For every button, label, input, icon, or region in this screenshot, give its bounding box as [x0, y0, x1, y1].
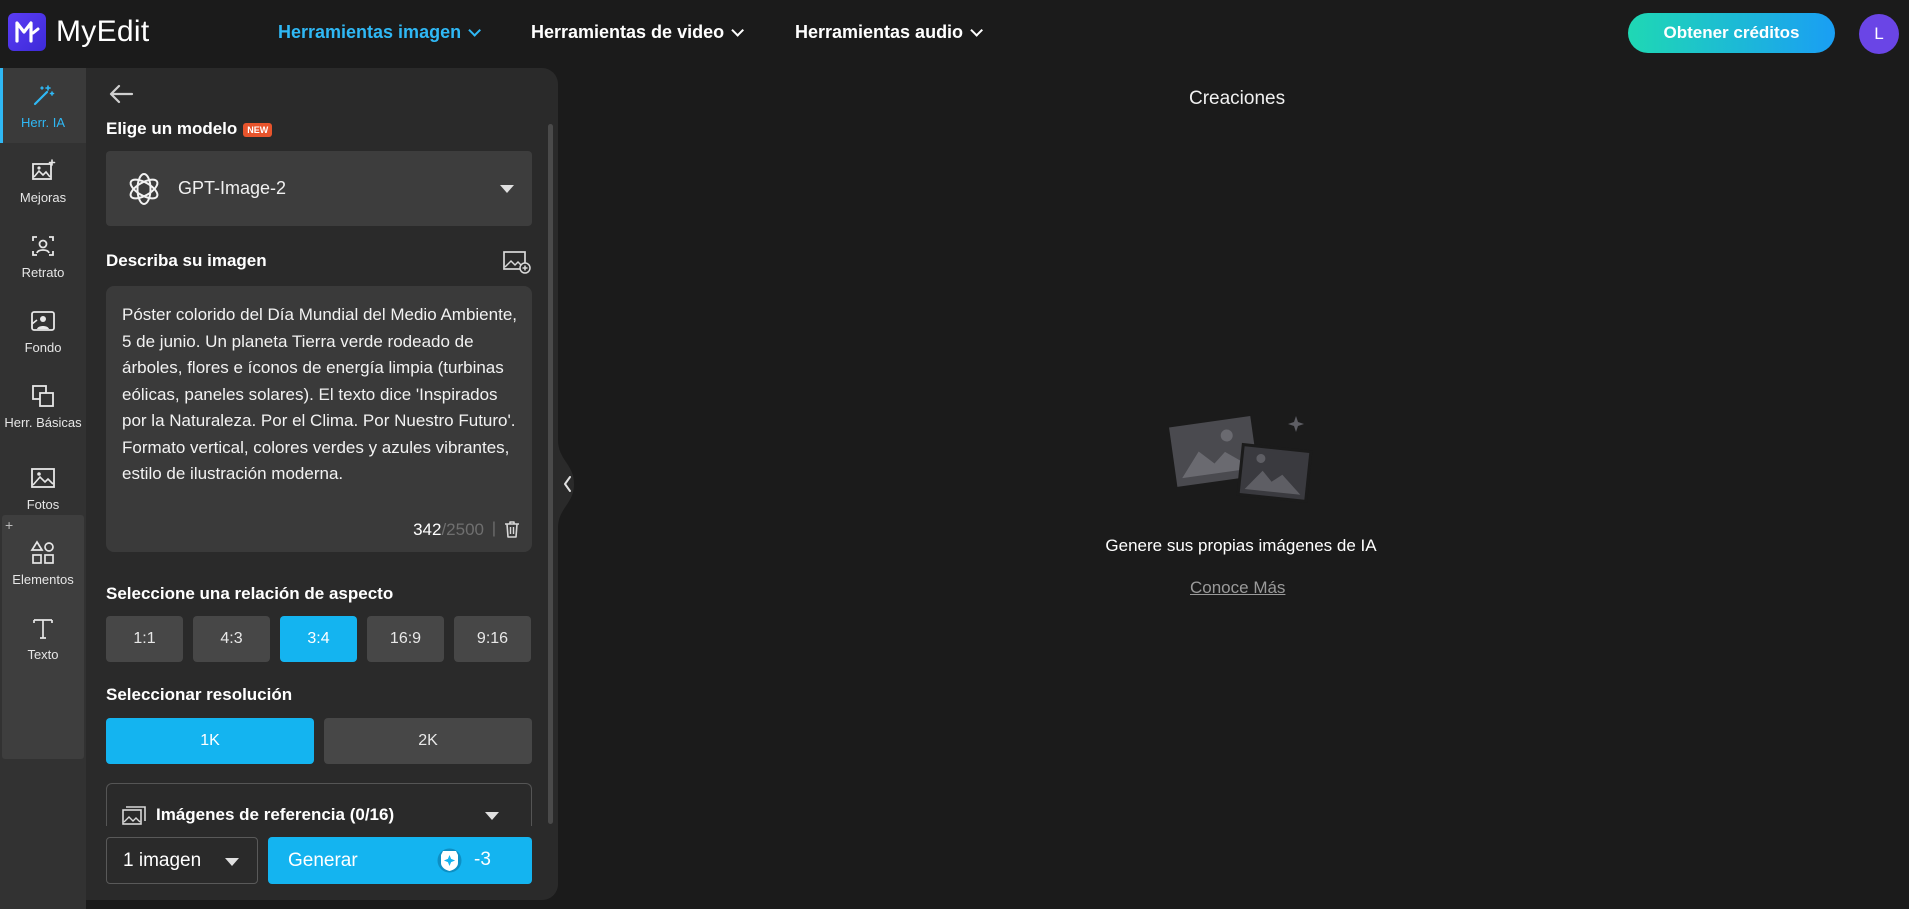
magic-wand-icon [33, 84, 55, 105]
tool-rail: + Herr. IA Mejoras Retrato Fondo Herr. B… [0, 68, 86, 909]
logo[interactable]: MyEdit [8, 13, 150, 51]
rail-item-elementos[interactable]: Elementos [0, 525, 86, 600]
aspect-ratio-group: 1:1 4:3 3:4 16:9 9:16 [106, 616, 531, 662]
caret-down-icon [500, 185, 514, 193]
rail-item-label: Elementos [12, 571, 74, 587]
nav-herramientas-video[interactable]: Herramientas de video [531, 22, 745, 43]
learn-more-link[interactable]: Conoce Más [1190, 578, 1285, 598]
char-counter: 342/2500 [413, 520, 484, 540]
empty-state-text: Genere sus propias imágenes de IA [1105, 536, 1377, 555]
collapse-panel-tab[interactable] [558, 440, 580, 528]
generate-cost: -3 [474, 849, 491, 870]
nav-label: Herramientas audio [795, 22, 964, 42]
resolution-2k-button[interactable]: 2K [324, 718, 532, 764]
myedit-logo-icon [8, 13, 46, 51]
basic-tools-icon [32, 384, 54, 407]
rail-item-label: Fondo [24, 339, 62, 355]
describe-section-title: Describa su imagen [106, 251, 267, 270]
char-max: /2500 [441, 520, 484, 539]
empty-gallery-illustration [1169, 416, 1313, 504]
credit-icon [437, 848, 462, 873]
rail-item-label: Texto [27, 646, 59, 662]
model-value: GPT-Image-2 [178, 178, 287, 198]
chevron-down-icon [468, 24, 482, 37]
chevron-down-icon [731, 24, 745, 37]
back-arrow-icon[interactable] [108, 83, 134, 105]
rail-item-label: Retrato [21, 264, 65, 280]
trash-icon[interactable] [504, 520, 520, 538]
prompt-text[interactable]: Póster colorido del Día Mundial del Medi… [122, 302, 522, 488]
ratio-16-9-button[interactable]: 16:9 [367, 616, 444, 662]
ratio-3-4-button[interactable]: 3:4 [280, 616, 357, 662]
openai-icon [129, 172, 159, 205]
image-upload-icon[interactable] [503, 250, 531, 274]
chevron-down-icon [970, 24, 984, 37]
counter-separator: | [491, 520, 496, 537]
model-title-text: Elige un modelo [106, 119, 238, 138]
quantity-select[interactable]: 1 imagen [106, 837, 258, 884]
reference-images-icon [122, 806, 146, 825]
ratio-9-16-button[interactable]: 9:16 [454, 616, 531, 662]
caret-down-icon [485, 812, 499, 820]
top-bar: MyEdit Herramientas imagen Herramientas … [0, 0, 1909, 68]
avatar[interactable]: L [1859, 14, 1899, 54]
portrait-icon [32, 235, 54, 256]
quantity-value: 1 imagen [123, 849, 202, 871]
reference-images-label: Imágenes de referencia (0/16) [156, 805, 395, 824]
photos-icon [31, 467, 55, 488]
rail-item-label: Herr. Básicas [4, 414, 82, 430]
get-credits-button[interactable]: Obtener créditos [1628, 13, 1835, 53]
nav-herramientas-audio[interactable]: Herramientas audio [795, 22, 984, 43]
panel-scrollbar[interactable] [548, 124, 553, 824]
image-enhance-icon [32, 158, 56, 180]
app-name: MyEdit [56, 15, 150, 48]
elements-icon [30, 539, 54, 564]
generate-label: Generar [288, 849, 358, 871]
ratio-4-3-button[interactable]: 4:3 [193, 616, 270, 662]
rail-item-fondo[interactable]: Fondo [0, 293, 86, 368]
nav-herramientas-imagen[interactable]: Herramientas imagen [278, 22, 482, 43]
text-icon [33, 618, 53, 639]
new-badge: NEW [243, 122, 273, 137]
rail-item-herr-basicas[interactable]: Herr. Básicas [0, 368, 86, 443]
rail-item-texto[interactable]: Texto [0, 600, 86, 675]
nav-label: Herramientas de video [531, 22, 725, 42]
resolution-1k-button[interactable]: 1K [106, 718, 314, 764]
ratio-1-1-button[interactable]: 1:1 [106, 616, 183, 662]
rail-item-mejoras[interactable]: Mejoras [0, 143, 86, 218]
rail-item-label: Herr. IA [20, 114, 66, 130]
resolution-group: 1K 2K [106, 718, 532, 764]
rail-item-label: Mejoras [19, 189, 67, 205]
generate-button[interactable]: Generar -3 [268, 837, 532, 884]
rail-item-herr-ia[interactable]: Herr. IA [0, 68, 86, 143]
background-icon [31, 310, 55, 331]
nav-label: Herramientas imagen [278, 22, 462, 42]
ratio-section-title: Seleccione una relación de aspecto [106, 584, 394, 603]
rail-item-fotos[interactable]: Fotos [0, 450, 86, 525]
resolution-section-title: Seleccionar resolución [106, 685, 293, 704]
char-count: 342 [413, 520, 442, 539]
prompt-textarea[interactable]: Póster colorido del Día Mundial del Medi… [106, 286, 532, 552]
model-section-title: Elige un modelo NEW [106, 119, 273, 139]
creations-title: Creaciones [1189, 88, 1286, 109]
caret-down-icon [225, 858, 239, 866]
rail-item-retrato[interactable]: Retrato [0, 218, 86, 293]
model-select[interactable]: GPT-Image-2 [106, 151, 532, 226]
rail-item-label: Fotos [26, 496, 60, 512]
